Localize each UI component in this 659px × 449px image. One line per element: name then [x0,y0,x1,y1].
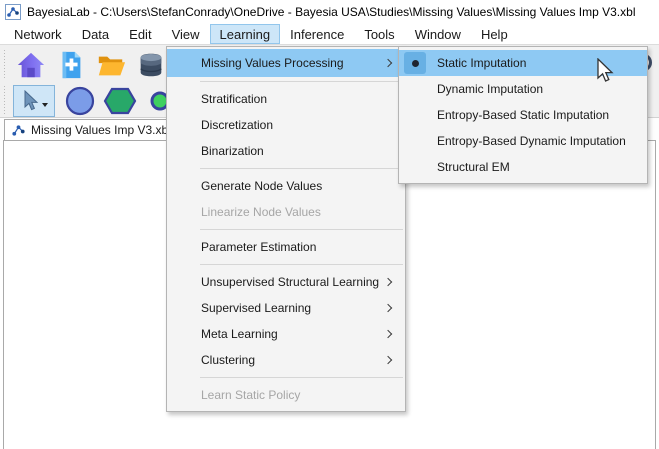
submenu-item-static-imputation[interactable]: Static Imputation [399,50,647,76]
submenu-arrow-icon [383,277,393,287]
submenu-arrow-icon [383,58,393,68]
missing-values-processing-submenu: Static Imputation Dynamic Imputation Ent… [398,46,648,184]
menubar-item-inference[interactable]: Inference [280,24,354,44]
submenu-item-entropy-based-static-imputation[interactable]: Entropy-Based Static Imputation [399,102,647,128]
tab-label: Missing Values Imp V3.xbl * [31,123,179,137]
menu-item-parameter-estimation[interactable]: Parameter Estimation [167,234,405,260]
menu-separator [167,77,405,86]
submenu-item-dynamic-imputation[interactable]: Dynamic Imputation [399,76,647,102]
node-tool-icon [65,86,95,116]
node-tool-button[interactable] [60,83,100,119]
menubar-item-help[interactable]: Help [471,24,518,44]
menu-item-learn-static-policy: Learn Static Policy [201,388,301,402]
title-bar: BayesiaLab - C:\Users\StefanConrady\OneD… [0,0,659,24]
menu-item-stratification[interactable]: Stratification [167,86,405,112]
decision-node-hexagon-icon [103,87,137,115]
database-button[interactable] [131,47,171,83]
decision-node-tool-button[interactable] [100,83,140,119]
tool-dropdown-caret-icon[interactable] [41,103,48,107]
menu-item-unsupervised-structural-learning[interactable]: Unsupervised Structural Learning [167,269,405,295]
bayesialab-window: BayesiaLab - C:\Users\StefanConrady\OneD… [0,0,659,449]
open-folder-icon [98,56,126,76]
menu-item-supervised-learning[interactable]: Supervised Learning [167,295,405,321]
menu-item-generate-node-values[interactable]: Generate Node Values [167,173,405,199]
toolbar-grip[interactable] [2,86,7,116]
menu-bar: Network Data Edit View Learning Inferenc… [0,24,659,44]
menu-item-discretization[interactable]: Discretization [167,112,405,138]
menu-separator [167,373,405,382]
menu-separator [167,164,405,173]
menubar-item-edit[interactable]: Edit [119,24,161,44]
bayesialab-logo-icon [5,4,21,20]
window-title: BayesiaLab - C:\Users\StefanConrady\OneD… [27,5,636,19]
menubar-item-window[interactable]: Window [405,24,471,44]
new-network-button[interactable] [51,47,91,83]
learning-menu-dropdown: Missing Values Processing Stratification… [166,46,406,412]
home-button[interactable] [11,47,51,83]
submenu-arrow-icon [383,329,393,339]
menu-item-clustering[interactable]: Clustering [167,347,405,373]
submenu-arrow-icon [383,303,393,313]
menu-separator [167,260,405,269]
submenu-arrow-icon [383,355,393,365]
submenu-item-entropy-based-dynamic-imputation[interactable]: Entropy-Based Dynamic Imputation [399,128,647,154]
selection-arrow-icon [24,90,38,111]
new-network-icon [62,51,81,79]
selection-tool-button[interactable] [13,85,55,117]
submenu-item-structural-em[interactable]: Structural EM [399,154,647,180]
menubar-item-tools[interactable]: Tools [354,24,404,44]
menu-item-linearize-node-values: Linearize Node Values [201,205,321,219]
menubar-item-data[interactable]: Data [72,24,119,44]
network-file-icon [12,124,25,136]
database-icon [140,53,162,77]
menubar-item-learning[interactable]: Learning [209,24,281,44]
toolbar-grip[interactable] [2,50,7,80]
menu-item-meta-learning[interactable]: Meta Learning [167,321,405,347]
open-folder-button[interactable] [91,47,131,83]
home-icon [17,52,45,78]
menubar-item-network[interactable]: Network [4,24,72,44]
menu-separator [167,225,405,234]
menu-item-binarization[interactable]: Binarization [167,138,405,164]
menubar-item-view[interactable]: View [162,24,210,44]
menu-item-missing-values-processing[interactable]: Missing Values Processing [167,49,405,77]
radio-selected-icon [404,52,426,74]
